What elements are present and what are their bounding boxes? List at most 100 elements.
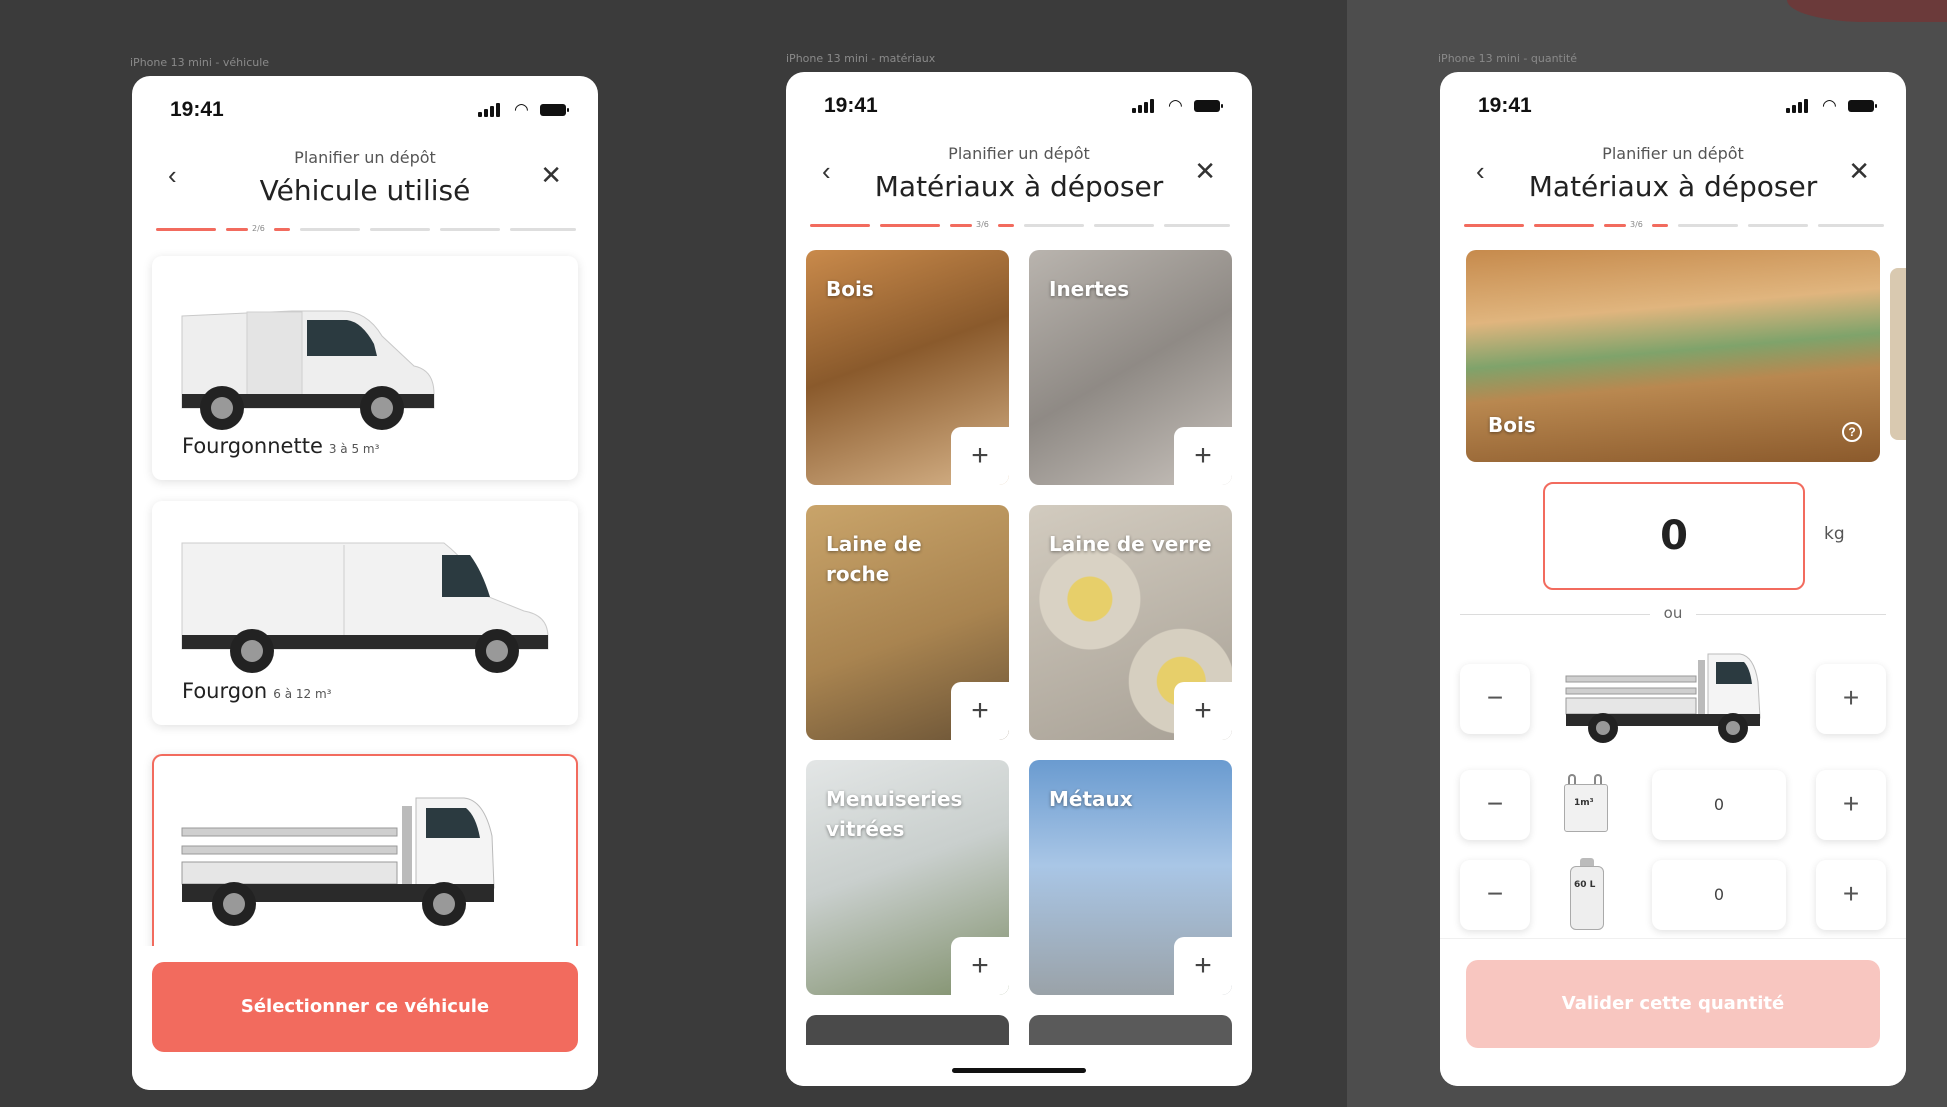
material-tile-metaux[interactable]: Métaux +	[1029, 760, 1232, 995]
header-subtitle: Planifier un dépôt	[948, 144, 1090, 163]
progress-segment	[1024, 224, 1084, 227]
unit-label: kg	[1824, 524, 1845, 544]
wifi-icon: ◠	[1168, 96, 1183, 115]
status-icons: ◠	[478, 100, 569, 120]
step-label: 2/6	[252, 224, 265, 233]
signal-icon	[1786, 96, 1814, 116]
increment-bigbag-button[interactable]: +	[1816, 770, 1886, 840]
vehicle-capacity: 3 à 5 m³	[328, 442, 380, 456]
step-label: 3/6	[1630, 220, 1643, 229]
frame-label-vehicule: iPhone 13 mini - véhicule	[130, 56, 270, 69]
progress-segment	[1464, 224, 1524, 227]
separator-line	[1696, 614, 1886, 615]
small-bag-label: 60 L	[1574, 880, 1596, 890]
progress-segment	[300, 228, 360, 231]
decrement-truck-button[interactable]: −	[1460, 664, 1530, 734]
add-material-button[interactable]: +	[951, 427, 1009, 485]
progress-segment	[370, 228, 430, 231]
progress-segment	[226, 228, 248, 231]
progress-segment	[1534, 224, 1594, 227]
progress-segment	[950, 224, 972, 227]
van-large-image	[181, 542, 549, 673]
material-tile-laine-de-verre[interactable]: Laine de verre +	[1029, 505, 1232, 740]
wifi-icon: ◠	[514, 100, 529, 119]
material-label: Bois	[826, 277, 874, 301]
progress-segment	[440, 228, 500, 231]
add-material-button[interactable]: +	[951, 937, 1009, 995]
phone-materiaux: 19:41 ◠ ‹ ✕ Planifier un dépôt Matériaux…	[786, 72, 1252, 1086]
material-tile-laine-de-roche[interactable]: Laine de roche +	[806, 505, 1009, 740]
validate-quantity-button[interactable]: Valider cette quantité	[1466, 960, 1880, 1048]
help-icon[interactable]: ?	[1842, 422, 1862, 442]
page-title: Véhicule utilisé	[259, 174, 471, 207]
vehicle-card-fourgonnette[interactable]: Fourgonnette 3 à 5 m³	[152, 256, 578, 480]
separator-label: ou	[1663, 604, 1683, 622]
next-material-peek	[1890, 268, 1906, 440]
vehicle-name: Fourgonnette 3 à 5 m³	[182, 434, 380, 458]
progress-segment	[1678, 224, 1738, 227]
progress-segment	[810, 224, 870, 227]
step-label: 3/6	[976, 220, 989, 229]
battery-icon	[1194, 100, 1223, 112]
status-icons: ◠	[1786, 96, 1877, 116]
progress-segment	[1164, 224, 1230, 227]
step-progress: 3/6	[810, 220, 1230, 230]
status-time: 19:41	[1478, 94, 1532, 117]
status-icons: ◠	[1132, 96, 1223, 116]
status-time: 19:41	[170, 98, 224, 121]
page-title: Matériaux à déposer	[1528, 170, 1818, 203]
material-label: Inertes	[1049, 277, 1130, 301]
step-progress: 3/6	[1464, 220, 1884, 230]
header-subtitle: Planifier un dépôt	[294, 148, 436, 167]
material-tile-menuiseries-vitrees[interactable]: Menuiseries vitrées +	[806, 760, 1009, 995]
progress-segment	[998, 224, 1014, 227]
material-tile-inertes[interactable]: Inertes +	[1029, 250, 1232, 485]
battery-icon	[540, 104, 569, 116]
wifi-icon: ◠	[1822, 96, 1837, 115]
progress-segment	[274, 228, 290, 231]
add-material-button[interactable]: +	[1174, 682, 1232, 740]
phone-vehicule: 19:41 ◠ ‹ ✕ Planifier un dépôt Véhicule …	[132, 76, 598, 1090]
progress-segment	[156, 228, 216, 231]
select-vehicle-button[interactable]: Sélectionner ce véhicule	[152, 962, 578, 1052]
home-area	[786, 1045, 1252, 1086]
increment-truck-button[interactable]: +	[1816, 664, 1886, 734]
bigbag-quantity-input[interactable]: 0	[1652, 770, 1786, 840]
material-label: Métaux	[1049, 787, 1133, 811]
vehicle-card-fourgon[interactable]: Fourgon 6 à 12 m³	[152, 501, 578, 725]
status-bar: 19:41 ◠	[1440, 72, 1906, 132]
home-indicator[interactable]	[952, 1068, 1086, 1073]
flatbed-truck-image	[181, 797, 495, 926]
add-material-button[interactable]: +	[951, 682, 1009, 740]
progress-segment	[1748, 224, 1808, 227]
status-bar: 19:41 ◠	[786, 72, 1252, 132]
step-progress: 2/6	[156, 224, 576, 234]
progress-segment	[1818, 224, 1884, 227]
material-hero-bois: Bois ?	[1466, 250, 1880, 462]
decrement-smallbag-button[interactable]: −	[1460, 860, 1530, 930]
material-tile-bois[interactable]: Bois +	[806, 250, 1009, 485]
progress-segment	[880, 224, 940, 227]
frame-label-materiaux: iPhone 13 mini - matériaux	[786, 52, 936, 65]
status-time: 19:41	[824, 94, 878, 117]
increment-smallbag-button[interactable]: +	[1816, 860, 1886, 930]
add-material-button[interactable]: +	[1174, 937, 1232, 995]
big-bag-label: 1m³	[1574, 798, 1594, 808]
material-hero-label: Bois	[1488, 413, 1536, 437]
progress-segment	[510, 228, 576, 231]
battery-icon	[1848, 100, 1877, 112]
quantity-input[interactable]: 0	[1543, 482, 1805, 590]
material-tile-partial[interactable]	[1029, 1015, 1232, 1045]
decrement-bigbag-button[interactable]: −	[1460, 770, 1530, 840]
vehicle-name: Fourgon 6 à 12 m³	[182, 679, 332, 703]
status-bar: 19:41 ◠	[132, 76, 598, 136]
progress-segment	[1604, 224, 1626, 227]
add-material-button[interactable]: +	[1174, 427, 1232, 485]
separator-line	[1460, 614, 1650, 615]
material-tile-partial[interactable]	[806, 1015, 1009, 1045]
frame-label-quantite: iPhone 13 mini - quantité	[1438, 52, 1577, 65]
smallbag-quantity-input[interactable]: 0	[1652, 860, 1786, 930]
page-title: Matériaux à déposer	[874, 170, 1164, 203]
progress-segment	[1094, 224, 1154, 227]
vehicle-capacity: 6 à 12 m³	[273, 687, 332, 701]
